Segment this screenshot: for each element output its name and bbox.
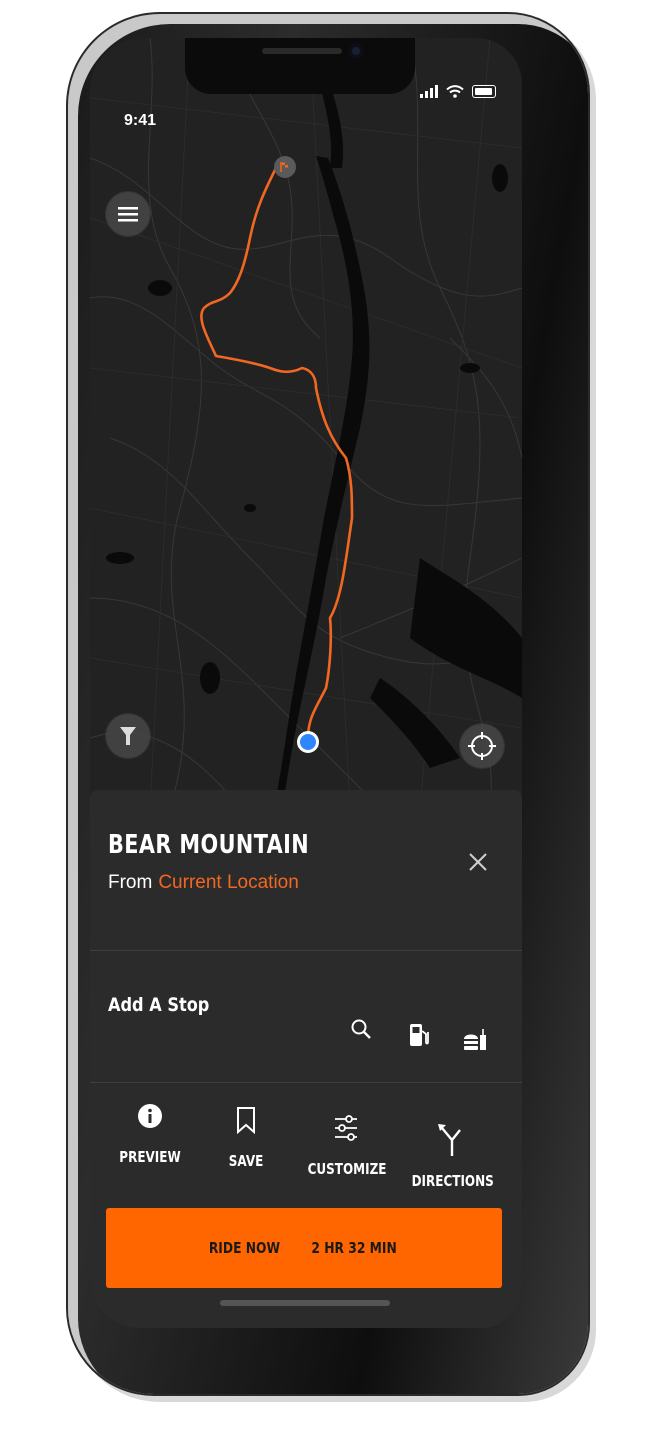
earpiece-speaker [262,48,342,54]
status-time: 9:41 [124,112,157,129]
front-camera [349,44,363,58]
save-label: SAVE [228,1152,264,1170]
sliders-icon [335,1115,357,1141]
destination-title: BEAR MOUNTAIN [108,830,310,860]
preview-label: PREVIEW [119,1148,181,1166]
locate-button[interactable] [460,724,504,768]
crosshair-locate-icon [468,732,496,760]
customize-label: CUSTOMIZE [307,1160,387,1178]
checkered-flag-icon [280,162,288,172]
filter-button[interactable] [106,714,150,758]
signal-icon [420,85,438,98]
from-label: From [108,872,153,893]
route-sheet: BEAR MOUNTAIN From Current Location Add A… [90,790,522,1328]
from-location-link[interactable]: Current Location [158,872,298,893]
fuel-pump-icon [410,1024,429,1046]
ride-duration: 2 HR 32 MIN [311,1239,398,1257]
search-stop-button[interactable] [346,1014,376,1044]
phone-screen: 9:41 BEAR MOUNTAIN From Current Location … [90,38,522,1328]
turn-directions-icon [438,1124,461,1156]
bookmark-icon [237,1107,255,1134]
preview-action[interactable]: PREVIEW [102,1098,198,1166]
ride-now-button[interactable]: RIDE NOW 2 HR 32 MIN [106,1208,502,1288]
divider [90,950,522,951]
info-icon [138,1104,162,1128]
status-icons [420,78,496,98]
food-stop-button[interactable] [460,1026,490,1056]
close-icon [469,853,487,871]
finish-flag-marker[interactable] [274,156,296,178]
search-icon [351,1019,371,1039]
home-indicator[interactable] [220,1300,390,1306]
divider [90,1082,522,1083]
funnel-filter-icon [120,727,136,745]
save-action[interactable]: SAVE [198,1102,294,1170]
notch [185,38,415,94]
food-burger-icon [464,1029,486,1050]
menu-button[interactable] [106,192,150,236]
ride-now-label: RIDE NOW [209,1239,281,1257]
hamburger-menu-icon [118,207,138,222]
wifi-icon [446,85,464,98]
from-row: From Current Location [108,872,299,894]
battery-icon [472,85,496,98]
add-stop-label: Add A Stop [108,994,210,1016]
customize-action[interactable]: CUSTOMIZE [298,1110,394,1178]
directions-label: DIRECTIONS [411,1172,494,1190]
directions-action[interactable]: DIRECTIONS [402,1122,498,1190]
fuel-stop-button[interactable] [404,1020,434,1050]
close-button[interactable] [464,848,492,876]
map-view[interactable] [90,38,522,809]
current-location-dot [300,734,316,750]
map-canvas [90,38,522,809]
